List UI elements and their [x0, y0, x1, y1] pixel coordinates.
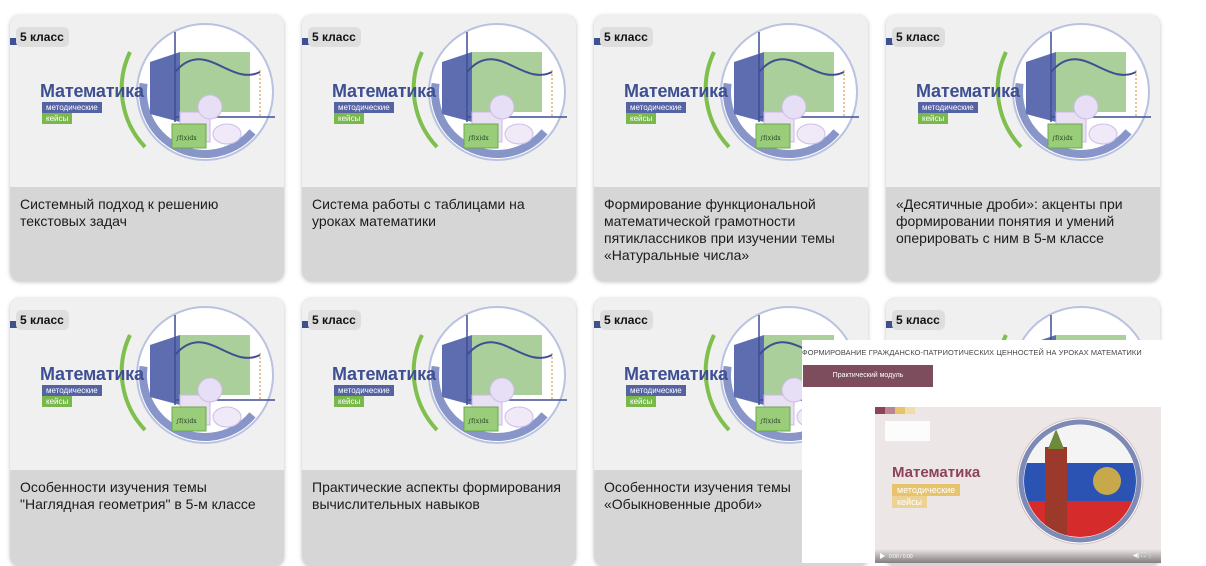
card-thumbnail: 5 класс ∫f(x)dx Математика методические …	[10, 15, 284, 187]
logo-subtitle: методические	[42, 385, 102, 396]
card-title[interactable]: Практические аспекты формирования вычисл…	[302, 470, 576, 513]
logo-subtitle-2: кейсы	[42, 396, 73, 407]
grade-badge: 5 класс	[600, 27, 653, 47]
cylinder-shape	[504, 123, 534, 145]
logo-title: Математика	[40, 364, 144, 384]
sphere-shape	[197, 377, 223, 403]
course-card[interactable]: 5 класс ∫f(x)dx Математика методические …	[302, 298, 576, 566]
sphere-shape	[489, 94, 515, 120]
practical-module-button[interactable]: Практический модуль	[803, 365, 933, 387]
video-control-icons[interactable]: ◀) ⛶ ⋮	[1133, 552, 1153, 560]
card-title[interactable]: «Десятичные дроби»: акценты при формиров…	[886, 187, 1160, 247]
logo-title: Математика	[916, 81, 1020, 101]
video-controls	[875, 549, 1161, 563]
grade-badge: 5 класс	[892, 27, 945, 47]
grade-badge: 5 класс	[16, 27, 69, 47]
card-title[interactable]: Система работы с таблицами на уроках мат…	[302, 187, 576, 230]
formula-text: ∫f(x)dx	[176, 418, 197, 425]
logo-subtitle: методические	[918, 102, 978, 113]
logo-subtitle-2: кейсы	[626, 113, 657, 124]
video-logo-title: Математика	[892, 464, 981, 481]
sphere-shape	[1073, 94, 1099, 120]
card-thumbnail: 5 класс ∫f(x)dx Математика методические …	[10, 298, 284, 470]
cylinder-shape	[1088, 123, 1118, 145]
logo-subtitle: методические	[334, 102, 394, 113]
cylinder-shape	[212, 406, 242, 428]
formula-text: ∫f(x)dx	[760, 418, 781, 425]
grade-badge: 5 класс	[308, 27, 361, 47]
logo-subtitle-2: кейсы	[626, 396, 657, 407]
sphere-shape	[197, 94, 223, 120]
card-thumbnail: 5 класс ∫f(x)dx Математика методические …	[594, 15, 868, 187]
course-card[interactable]: 5 класс ∫f(x)dx Математика методические …	[594, 15, 868, 281]
play-icon[interactable]	[880, 553, 885, 559]
course-card[interactable]: 5 класс ∫f(x)dx Математика методические …	[302, 15, 576, 281]
course-card[interactable]: 5 класс ∫f(x)dx Математика методические …	[10, 15, 284, 281]
card-title[interactable]: Особенности изучения темы "Наглядная гео…	[10, 470, 284, 513]
sphere-shape	[489, 377, 515, 403]
logo-subtitle-2: кейсы	[334, 396, 365, 407]
course-card[interactable]: 5 класс ∫f(x)dx Математика методические …	[886, 15, 1160, 281]
video-time: 0:00 / 0:00	[889, 554, 913, 560]
card-title[interactable]: Системный подход к решению текстовых зад…	[10, 187, 284, 230]
popup-title: ФОРМИРОВАНИЕ ГРАЖДАНСКО-ПАТРИОТИЧЕСКИХ Ц…	[802, 348, 1142, 357]
logo-subtitle: методические	[42, 102, 102, 113]
cylinder-shape	[504, 406, 534, 428]
logo-subtitle-2: кейсы	[918, 113, 949, 124]
card-thumbnail: 5 класс ∫f(x)dx Математика методические …	[302, 15, 576, 187]
grade-badge: 5 класс	[16, 310, 69, 330]
logo-subtitle: методические	[626, 102, 686, 113]
sphere-shape	[781, 94, 807, 120]
logo-subtitle: методические	[334, 385, 394, 396]
video-popup: ФОРМИРОВАНИЕ ГРАЖДАНСКО-ПАТРИОТИЧЕСКИХ Ц…	[802, 340, 1206, 563]
formula-text: ∫f(x)dx	[176, 135, 197, 142]
formula-text: ∫f(x)dx	[468, 418, 489, 425]
cylinder-shape	[796, 123, 826, 145]
video-logo-subtitle: методические	[892, 484, 961, 496]
formula-text: ∫f(x)dx	[760, 135, 781, 142]
card-thumbnail: 5 класс ∫f(x)dx Математика методические …	[886, 15, 1160, 187]
grade-badge: 5 класс	[892, 310, 945, 330]
grade-badge: 5 класс	[308, 310, 361, 330]
logo-subtitle-2: кейсы	[42, 113, 73, 124]
course-card[interactable]: 5 класс ∫f(x)dx Математика методические …	[10, 298, 284, 566]
video-logo-subtitle-2: кейсы	[892, 496, 928, 508]
logo-title: Математика	[624, 364, 728, 384]
cylinder-shape	[212, 123, 242, 145]
formula-text: ∫f(x)dx	[468, 135, 489, 142]
card-thumbnail: 5 класс ∫f(x)dx Математика методические …	[302, 298, 576, 470]
logo-subtitle: методические	[626, 385, 686, 396]
logo-title: Математика	[332, 81, 436, 101]
grade-badge: 5 класс	[600, 310, 653, 330]
logo-title: Математика	[624, 81, 728, 101]
logo-title: Математика	[40, 81, 144, 101]
logo-subtitle-2: кейсы	[334, 113, 365, 124]
formula-text: ∫f(x)dx	[1052, 135, 1073, 142]
logo-title: Математика	[332, 364, 436, 384]
video-player[interactable]: Математика методические кейсы 0:00 / 0:0…	[875, 407, 1161, 563]
card-title[interactable]: Формирование функциональной математическ…	[594, 187, 868, 264]
